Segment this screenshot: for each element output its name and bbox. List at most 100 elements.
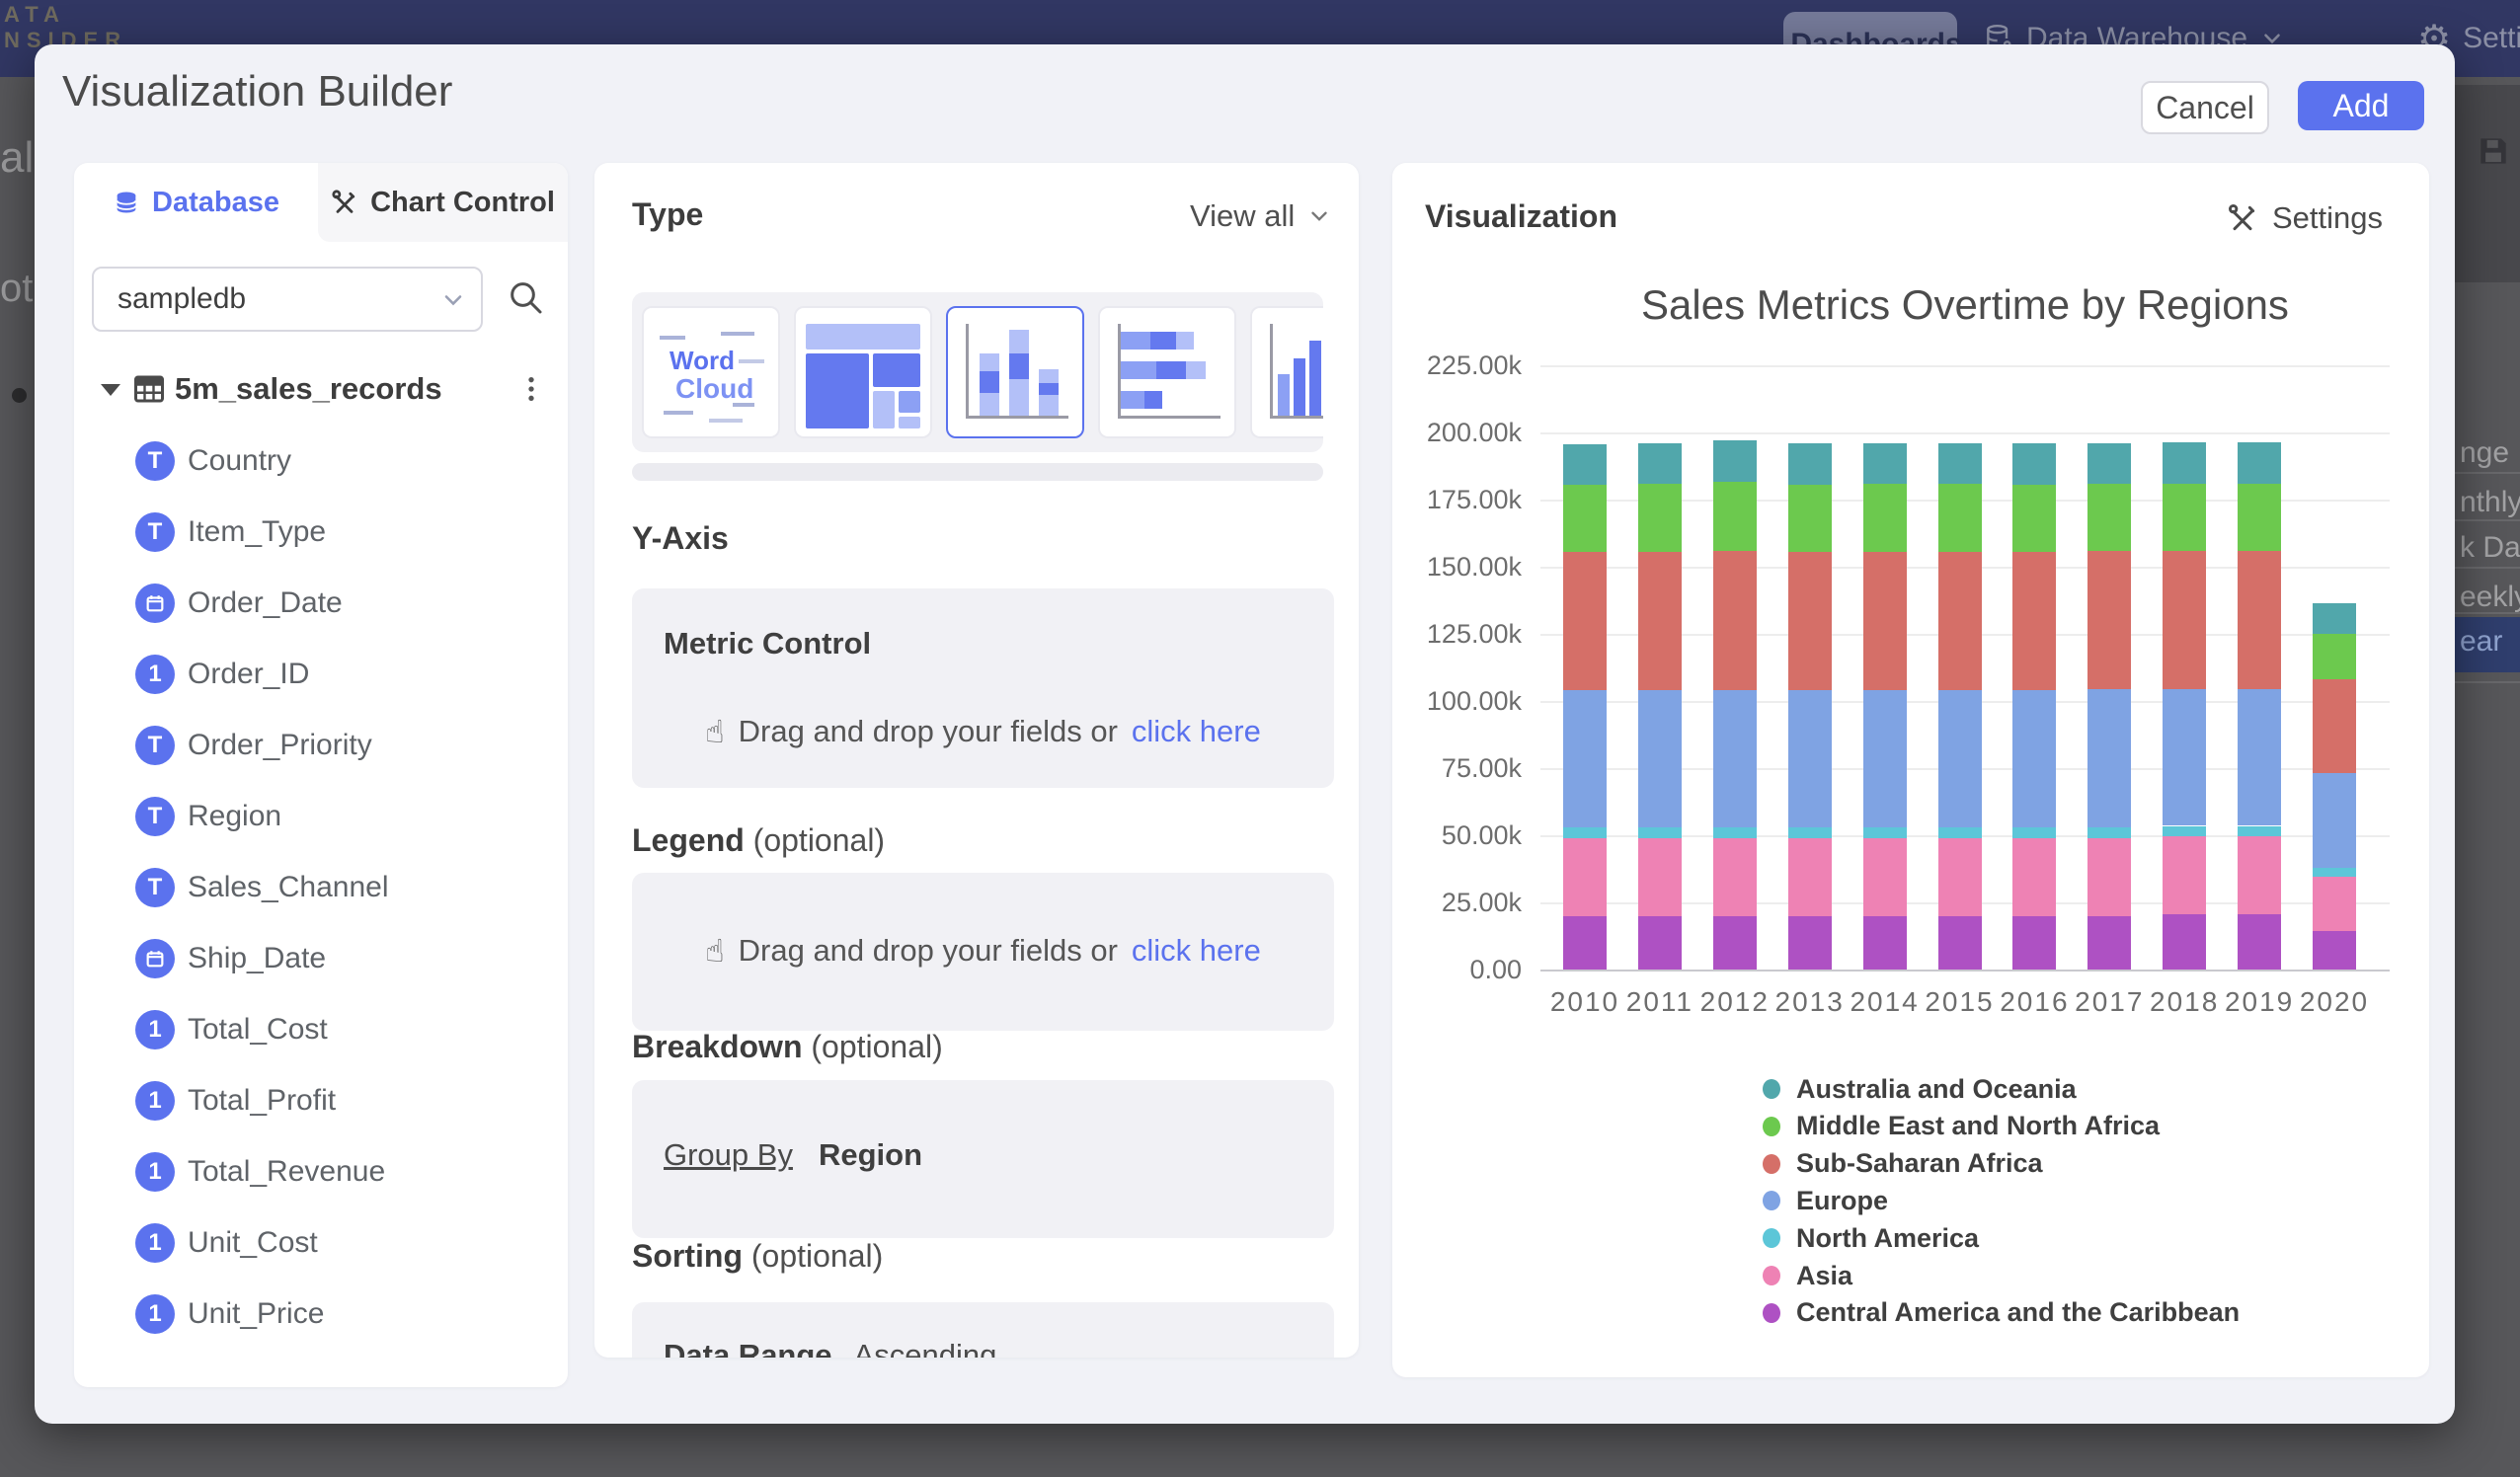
bar-segment-2015[interactable] (1938, 552, 1982, 690)
bar-segment-2015[interactable] (1938, 690, 1982, 827)
bar-segment-2011[interactable] (1638, 484, 1682, 552)
bar-segment-2019[interactable] (2238, 826, 2281, 837)
bar-segment-2016[interactable] (2012, 443, 2056, 485)
bar-segment-2012[interactable] (1713, 551, 1757, 690)
bar-segment-2012[interactable] (1713, 440, 1757, 482)
bar-segment-2015[interactable] (1938, 443, 1982, 484)
bar-segment-2012[interactable] (1713, 690, 1757, 827)
bar-segment-2016[interactable] (2012, 827, 2056, 838)
click-here-link[interactable]: click here (1132, 933, 1261, 969)
legend-item[interactable]: Central America and the Caribbean (1763, 1298, 2240, 1328)
bar-segment-2014[interactable] (1863, 484, 1907, 552)
field-row-unit_price[interactable]: 1Unit_Price (74, 1292, 568, 1336)
bar-segment-2020[interactable] (2313, 603, 2356, 634)
group-by-value[interactable]: Region (819, 1137, 922, 1173)
bar-segment-2011[interactable] (1638, 690, 1682, 827)
chart-type-column[interactable] (1250, 306, 1323, 438)
bar-segment-2019[interactable] (2238, 689, 2281, 826)
bar-segment-2010[interactable] (1563, 552, 1607, 690)
bar-segment-2018[interactable] (2163, 826, 2206, 837)
breakdown-dropzone[interactable]: Group By Region (632, 1080, 1334, 1238)
bar-segment-2017[interactable] (2087, 827, 2131, 838)
bar-segment-2016[interactable] (2012, 838, 2056, 916)
bar-segment-2019[interactable] (2238, 551, 2281, 689)
bar-segment-2015[interactable] (1938, 827, 1982, 838)
field-row-region[interactable]: TRegion (74, 795, 568, 838)
settings-button[interactable]: Settings (2227, 200, 2383, 236)
tab-chart-control[interactable]: Chart Control (318, 163, 568, 242)
bar-segment-2015[interactable] (1938, 484, 1982, 552)
legend-item[interactable]: Middle East and North Africa (1763, 1112, 2160, 1141)
bar-segment-2013[interactable] (1788, 916, 1832, 970)
bar-segment-2014[interactable] (1863, 552, 1907, 690)
bar-segment-2013[interactable] (1788, 827, 1832, 838)
field-row-country[interactable]: TCountry (74, 439, 568, 483)
legend-item[interactable]: Sub-Saharan Africa (1763, 1149, 2043, 1179)
search-icon[interactable] (506, 277, 545, 317)
metric-control-dropzone[interactable]: Metric Control ☝ Drag and drop your fiel… (632, 588, 1334, 788)
field-row-order_priority[interactable]: TOrder_Priority (74, 724, 568, 767)
bar-segment-2017[interactable] (2087, 551, 2131, 689)
field-row-ship_date[interactable]: Ship_Date (74, 937, 568, 980)
bar-segment-2015[interactable] (1938, 838, 1982, 916)
field-row-order_id[interactable]: 1Order_ID (74, 653, 568, 696)
bar-segment-2020[interactable] (2313, 634, 2356, 679)
bar-segment-2018[interactable] (2163, 551, 2206, 689)
bar-segment-2018[interactable] (2163, 442, 2206, 484)
bar-segment-2017[interactable] (2087, 484, 2131, 551)
field-row-total_profit[interactable]: 1Total_Profit (74, 1079, 568, 1123)
bar-segment-2010[interactable] (1563, 444, 1607, 485)
bar-segment-2019[interactable] (2238, 914, 2281, 970)
bar-segment-2014[interactable] (1863, 827, 1907, 838)
bar-segment-2018[interactable] (2163, 914, 2206, 970)
legend-dropzone[interactable]: ☝ Drag and drop your fields or click her… (632, 873, 1334, 1031)
bar-segment-2010[interactable] (1563, 916, 1607, 970)
bar-segment-2012[interactable] (1713, 838, 1757, 916)
field-row-order_date[interactable]: Order_Date (74, 582, 568, 625)
chart-type-word-cloud[interactable]: WordCloud (642, 306, 780, 438)
bar-segment-2015[interactable] (1938, 916, 1982, 970)
bar-segment-2018[interactable] (2163, 836, 2206, 914)
click-here-link[interactable]: click here (1132, 714, 1261, 749)
caret-down-icon[interactable] (99, 381, 122, 399)
bar-segment-2012[interactable] (1713, 827, 1757, 838)
legend-item[interactable]: Asia (1763, 1261, 1852, 1290)
bar-segment-2012[interactable] (1713, 916, 1757, 970)
bar-segment-2011[interactable] (1638, 838, 1682, 916)
bar-segment-2013[interactable] (1788, 838, 1832, 916)
bar-segment-2020[interactable] (2313, 877, 2356, 930)
field-row-total_revenue[interactable]: 1Total_Revenue (74, 1150, 568, 1194)
bar-segment-2010[interactable] (1563, 827, 1607, 838)
table-tree-row[interactable]: 5m_sales_records (74, 367, 568, 411)
bar-segment-2014[interactable] (1863, 838, 1907, 916)
field-row-unit_cost[interactable]: 1Unit_Cost (74, 1221, 568, 1265)
bar-segment-2020[interactable] (2313, 868, 2356, 878)
bar-segment-2016[interactable] (2012, 485, 2056, 552)
tab-database[interactable]: Database (74, 163, 318, 242)
bar-segment-2010[interactable] (1563, 485, 1607, 552)
chart-type-treemap[interactable] (794, 306, 932, 438)
bar-segment-2019[interactable] (2238, 836, 2281, 914)
field-row-total_cost[interactable]: 1Total_Cost (74, 1008, 568, 1051)
chart-type-scrollbar[interactable] (632, 463, 1323, 481)
bar-segment-2020[interactable] (2313, 931, 2356, 970)
kebab-menu-icon[interactable] (515, 373, 547, 405)
database-select[interactable]: sampledb (92, 267, 483, 332)
field-row-sales_channel[interactable]: TSales_Channel (74, 866, 568, 909)
bar-segment-2011[interactable] (1638, 552, 1682, 690)
bar-segment-2013[interactable] (1788, 485, 1832, 552)
field-row-item_type[interactable]: TItem_Type (74, 510, 568, 554)
bar-segment-2012[interactable] (1713, 482, 1757, 550)
bar-segment-2013[interactable] (1788, 552, 1832, 690)
bar-segment-2010[interactable] (1563, 690, 1607, 827)
chart-type-stacked-column[interactable] (946, 306, 1084, 438)
chart-type-stacked-bar[interactable] (1098, 306, 1236, 438)
bar-segment-2020[interactable] (2313, 773, 2356, 867)
bar-segment-2018[interactable] (2163, 689, 2206, 826)
legend-item[interactable]: North America (1763, 1223, 1979, 1253)
bar-segment-2014[interactable] (1863, 443, 1907, 484)
bar-segment-2011[interactable] (1638, 443, 1682, 484)
group-by-label[interactable]: Group By (664, 1137, 793, 1173)
bar-segment-2019[interactable] (2238, 442, 2281, 484)
bar-segment-2016[interactable] (2012, 916, 2056, 970)
